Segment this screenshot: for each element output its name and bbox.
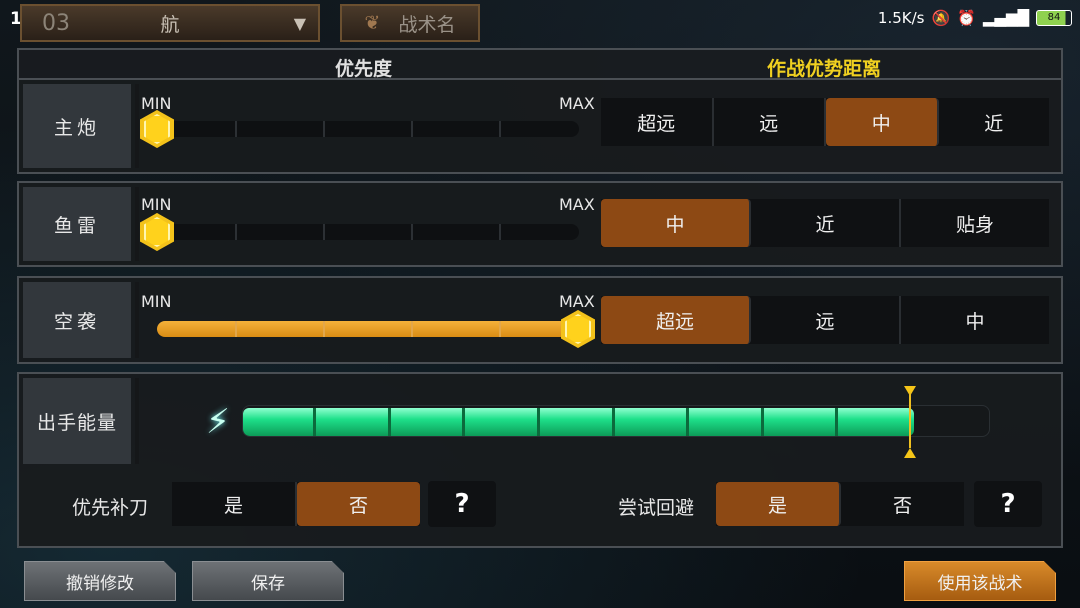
energy-label: 出手能量 [23, 378, 131, 464]
finish-yes[interactable]: 是 [172, 482, 297, 526]
max-label: MAX [559, 195, 595, 214]
option-far[interactable]: 远 [714, 98, 826, 146]
option-mid[interactable]: 中 [901, 296, 1049, 344]
signal-icon: ▂▄▆█ [982, 9, 1029, 27]
dodge-label: 尝试回避 [618, 497, 695, 519]
finish-label: 优先补刀 [72, 497, 149, 519]
option-mid[interactable]: 中 [601, 199, 751, 247]
slider-fill [157, 321, 579, 337]
chevron-down-icon: ▼ [293, 13, 306, 33]
undo-button[interactable]: 撤销修改 [24, 561, 176, 601]
option-near[interactable]: 近 [751, 199, 901, 247]
energy-marker-line [909, 392, 911, 448]
option-near[interactable]: 近 [939, 98, 1050, 146]
priority-slider[interactable] [157, 121, 579, 137]
row-main-gun: 主炮 MIN MAX 超远 远 中 近 [17, 78, 1063, 174]
row-air-strike: 空袭 MIN MAX 超远 远 中 [17, 276, 1063, 364]
option-far[interactable]: 远 [751, 296, 901, 344]
option-mid[interactable]: 中 [826, 98, 939, 146]
lightning-icon: ⚡ [206, 402, 230, 442]
tab-tactic-label: 战术名 [398, 13, 456, 36]
distance-selector: 中 近 贴身 [601, 199, 1049, 247]
energy-marker-bottom[interactable] [904, 448, 916, 458]
leaf-icon: ❦ [364, 12, 381, 34]
max-label: MAX [559, 292, 595, 311]
dodge-no[interactable]: 否 [841, 482, 964, 526]
dodge-toggle: 是 否 [716, 482, 964, 526]
mute-icon: 🔕 [931, 9, 951, 27]
use-tactic-button[interactable]: 使用该战术 [904, 561, 1056, 601]
max-label: MAX [559, 94, 595, 113]
finish-toggle: 是 否 [172, 482, 420, 526]
air-strike-label: 空袭 [23, 282, 131, 358]
distance-selector: 超远 远 中 [601, 296, 1049, 344]
energy-slider[interactable] [242, 405, 990, 437]
finish-help-button[interactable]: ? [428, 481, 496, 527]
slider-knob[interactable] [140, 213, 174, 251]
priority-slider[interactable] [157, 224, 579, 240]
net-speed: 1.5K/s [877, 9, 925, 27]
priority-header: 优先度 [335, 58, 393, 80]
torpedo-label: 鱼雷 [23, 187, 131, 261]
option-ultra-far[interactable]: 超远 [601, 296, 751, 344]
option-ultra-far[interactable]: 超远 [601, 98, 714, 146]
main-gun-label: 主炮 [23, 84, 131, 168]
energy-fill [243, 408, 914, 436]
alarm-icon: ⏰ [957, 9, 976, 27]
distance-selector: 超远 远 中 近 [601, 98, 1049, 146]
min-label: MIN [141, 195, 172, 214]
tab-fleet-label: 航 [160, 13, 180, 36]
tab-fleet-number: 03 [42, 10, 70, 36]
tab-tactic-name[interactable]: ❦ 战术名 [340, 4, 480, 42]
slider-knob[interactable] [561, 310, 595, 348]
min-label: MIN [141, 292, 172, 311]
save-button[interactable]: 保存 [192, 561, 344, 601]
tab-fleet[interactable]: 03 航 ▼ [20, 4, 320, 42]
battery-icon: 84 [1036, 10, 1072, 26]
slider-knob[interactable] [140, 110, 174, 148]
finish-no[interactable]: 否 [297, 482, 420, 526]
distance-header: 作战优势距离 [767, 58, 882, 80]
priority-slider[interactable] [157, 321, 579, 337]
header-row: 优先度 作战优势距离 [17, 48, 1063, 80]
dodge-help-button[interactable]: ? [974, 481, 1042, 527]
min-label: MIN [141, 94, 172, 113]
status-icons: 1.5K/s 🔕 ⏰ ▂▄▆█ 84 [878, 9, 1072, 27]
dodge-yes[interactable]: 是 [716, 482, 841, 526]
row-torpedo: 鱼雷 MIN MAX 中 近 贴身 [17, 181, 1063, 267]
option-close[interactable]: 贴身 [901, 199, 1049, 247]
